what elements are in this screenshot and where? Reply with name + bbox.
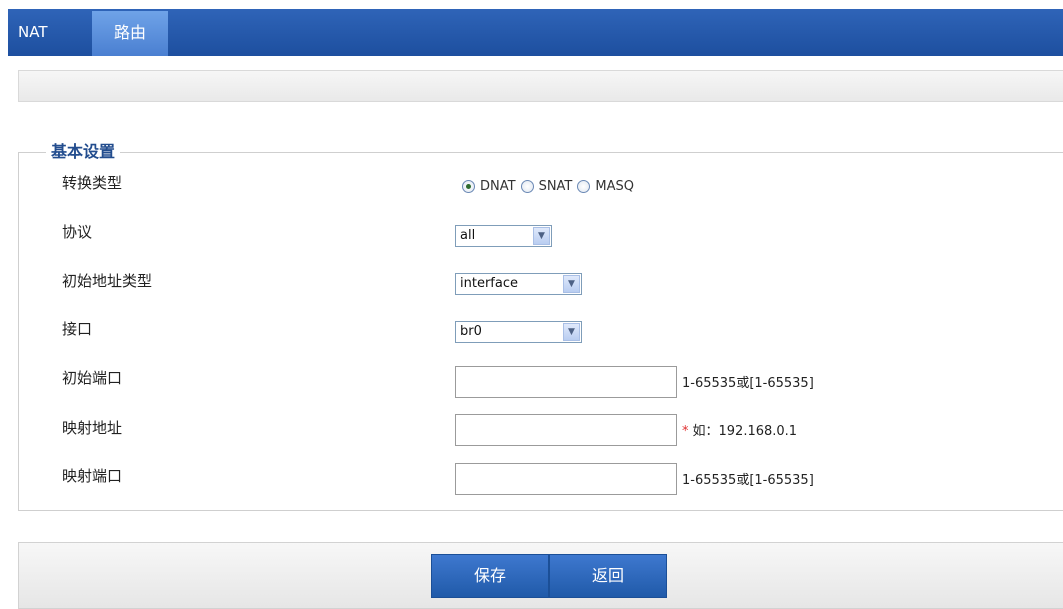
required-mark: * bbox=[682, 424, 689, 439]
save-button[interactable]: 保存 bbox=[431, 554, 549, 598]
initial-address-type-select[interactable]: interface ▼ bbox=[455, 273, 582, 295]
snat-radio[interactable] bbox=[520, 179, 534, 193]
snat-radio-label[interactable]: SNAT bbox=[539, 179, 573, 194]
tab-route[interactable]: 路由 bbox=[92, 11, 168, 56]
chevron-down-icon[interactable]: ▼ bbox=[563, 275, 580, 293]
interface-label: 接口 bbox=[62, 320, 93, 338]
mapped-address-hint-row: * 如：192.168.0.1 bbox=[682, 422, 797, 442]
nat-config-page: NAT 路由 基本设置 转换类型 DNAT SNAT MASQ 协议 all ▼… bbox=[0, 0, 1063, 609]
initial-port-input[interactable] bbox=[455, 366, 677, 398]
chevron-down-icon[interactable]: ▼ bbox=[533, 227, 550, 245]
initial-port-hint: 1-65535或[1-65535] bbox=[682, 376, 814, 391]
masq-radio[interactable] bbox=[577, 179, 591, 193]
interface-select[interactable]: br0 ▼ bbox=[455, 321, 582, 343]
masq-radio-label[interactable]: MASQ bbox=[595, 179, 634, 194]
back-button[interactable]: 返回 bbox=[549, 554, 667, 598]
initial-address-type-select-value: interface bbox=[460, 276, 518, 291]
info-bar bbox=[18, 70, 1063, 102]
conversion-type-label: 转换类型 bbox=[62, 174, 123, 192]
protocol-select-value: all bbox=[460, 228, 476, 243]
mapped-port-hint: 1-65535或[1-65535] bbox=[682, 473, 814, 488]
protocol-select[interactable]: all ▼ bbox=[455, 225, 552, 247]
dnat-radio[interactable] bbox=[462, 179, 475, 193]
chevron-down-icon[interactable]: ▼ bbox=[563, 323, 580, 341]
tab-nat[interactable]: NAT bbox=[18, 9, 74, 56]
conversion-type-radio-group: DNAT SNAT MASQ bbox=[462, 176, 639, 196]
mapped-address-hint: 如：192.168.0.1 bbox=[692, 424, 798, 439]
initial-port-label: 初始端口 bbox=[62, 369, 123, 387]
mapped-address-input[interactable] bbox=[455, 414, 677, 446]
interface-select-value: br0 bbox=[460, 324, 482, 339]
protocol-label: 协议 bbox=[62, 223, 93, 241]
tab-bar: NAT 路由 bbox=[8, 9, 1063, 56]
mapped-port-label: 映射端口 bbox=[62, 467, 123, 485]
dnat-radio-label[interactable]: DNAT bbox=[480, 179, 516, 194]
section-title: 基本设置 bbox=[46, 141, 121, 163]
mapped-address-label: 映射地址 bbox=[62, 419, 123, 437]
initial-address-type-label: 初始地址类型 bbox=[62, 272, 153, 290]
mapped-port-input[interactable] bbox=[455, 463, 677, 495]
